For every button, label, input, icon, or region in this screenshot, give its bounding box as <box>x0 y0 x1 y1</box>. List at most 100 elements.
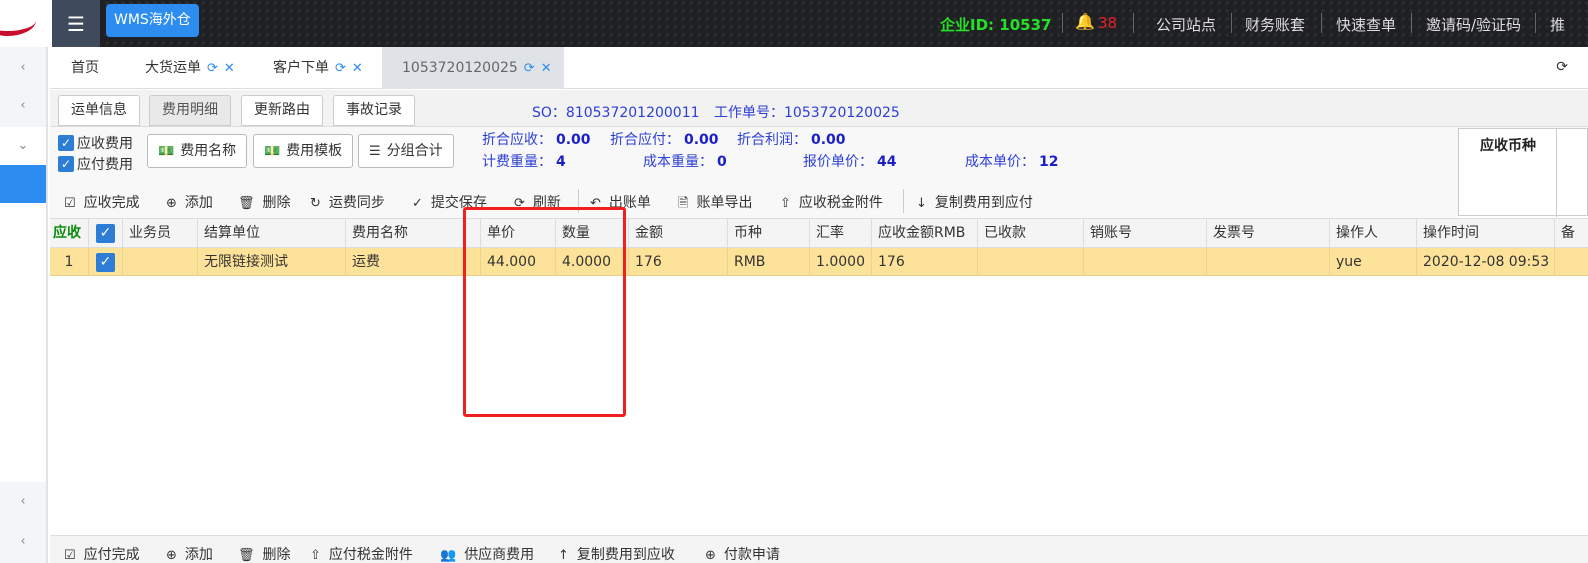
cell-operator[interactable]: yue <box>1330 248 1417 276</box>
refresh-icon[interactable]: ⟳ <box>1556 59 1568 75</box>
subtab-update-route[interactable]: 更新路由 <box>241 95 323 126</box>
chevron-left-icon[interactable]: ‹ <box>0 85 46 125</box>
supplier-fee-button[interactable]: 👥 供应商费用 <box>440 544 534 563</box>
payable-tax-attachment-button[interactable]: ⇧ 应付税金附件 <box>310 544 413 563</box>
column-header[interactable]: 结算单位 <box>198 219 346 249</box>
button-label: 删除 <box>262 547 291 563</box>
chevron-left-icon[interactable]: ‹ <box>0 47 46 87</box>
refresh-icon[interactable]: ⟳ <box>207 61 218 76</box>
cell-receivable-rmb[interactable]: 176 <box>872 248 978 276</box>
bell-icon[interactable]: 🔔 <box>1075 12 1095 31</box>
fee-name-button[interactable]: 💵 费用名称 <box>147 134 248 168</box>
cell-salesperson[interactable] <box>123 248 198 276</box>
button-label: 费用模板 <box>286 143 343 159</box>
payment-request-button[interactable]: ⊕ 付款申请 <box>705 544 780 563</box>
currency-header: 应收币种 <box>1480 138 1536 154</box>
receivable-tax-attachment-button[interactable]: ⇧ 应收税金附件 <box>780 192 883 212</box>
file-icon: 🗎 <box>678 196 689 211</box>
company-id-label: 企业ID: <box>940 16 995 34</box>
tab-strip: 首页 大货运单 ⟳ ✕ 客户下单 ⟳ ✕ 1053720120025 ⟳ ✕ ⟳ <box>50 47 1588 89</box>
value: 0.00 <box>556 132 591 148</box>
cell-amount[interactable]: 176 <box>629 248 728 276</box>
cell-operation-time[interactable]: 2020-12-08 09:53 <box>1417 248 1555 276</box>
work-order-number: 工作单号：1053720120025 <box>714 105 900 121</box>
fee-template-button[interactable]: 💵 费用模板 <box>253 134 354 168</box>
column-header[interactable]: 销账号 <box>1084 219 1207 249</box>
more-link[interactable]: 推 <box>1550 14 1565 35</box>
table-row[interactable]: 1 ✓ 无限链接测试 运费 44.000 4.0000 176 RMB 1.00… <box>50 248 1588 276</box>
receivable-label: 应收费用 <box>77 136 133 152</box>
column-header[interactable]: 费用名称 <box>346 219 481 249</box>
payable-checkbox[interactable]: ✓ 应付费用 <box>58 154 133 174</box>
tab-label: 客户下单 <box>273 60 329 76</box>
wms-app-button[interactable]: WMS海外仓 <box>106 4 199 37</box>
cell-exchange-rate[interactable]: 1.0000 <box>810 248 872 276</box>
so-number: SO：810537201200011 <box>532 105 700 121</box>
column-header[interactable]: 金额 <box>629 219 728 249</box>
column-header[interactable]: 操作时间 <box>1417 219 1555 249</box>
column-header[interactable]: 发票号 <box>1207 219 1330 249</box>
group-total-button[interactable]: ☰ 分组合计 <box>358 134 454 168</box>
refresh-icon[interactable]: ⟳ <box>524 61 535 76</box>
receivable-checkbox[interactable]: ✓ 应收费用 <box>58 133 133 153</box>
label: 报价单价： <box>803 154 873 170</box>
copy-fee-to-receivable-button[interactable]: ↑ 复制费用到应收 <box>558 544 675 563</box>
label: 折合应付： <box>610 132 680 148</box>
subtab-waybill-info[interactable]: 运单信息 <box>58 95 140 126</box>
column-header[interactable]: 应收金额RMB <box>872 219 978 249</box>
receivable-complete-button[interactable]: ☑ 应收完成 <box>64 192 140 212</box>
chevron-left-icon[interactable]: ‹ <box>0 521 46 561</box>
invite-code-link[interactable]: 邀请码/验证码 <box>1426 14 1521 35</box>
grid-header: 应收 ✓ 业务员 结算单位 费用名称 单价 数量 金额 币种 汇率 应收金额RM… <box>50 218 1588 249</box>
payable-complete-button[interactable]: ☑ 应付完成 <box>64 544 140 563</box>
column-header[interactable]: 已收款 <box>978 219 1084 249</box>
sidebar: ‹ ‹ ⌄ ‹ ‹ <box>0 47 48 563</box>
close-icon[interactable]: ✕ <box>541 61 552 76</box>
checkbox-checked-icon: ✓ <box>96 253 115 272</box>
column-header[interactable]: 操作人 <box>1330 219 1417 249</box>
tab-label: 首页 <box>71 60 99 76</box>
chevron-left-icon[interactable]: ‹ <box>0 481 46 521</box>
freight-sync-button[interactable]: ↻ 运费同步 <box>310 192 385 212</box>
cell-received[interactable] <box>978 248 1084 276</box>
cell-writeoff-no[interactable] <box>1084 248 1207 276</box>
tab-waybill-detail[interactable]: 1053720120025 ⟳ ✕ <box>382 47 564 89</box>
menu-toggle-button[interactable]: ☰ <box>52 0 100 47</box>
row-index: 1 <box>50 248 89 276</box>
cost-weight: 成本重量： 0 <box>643 151 727 171</box>
bill-export-button[interactable]: 🗎 账单导出 <box>678 192 752 216</box>
tab-customer-order[interactable]: 客户下单 ⟳ ✕ <box>273 47 363 89</box>
finance-books-link[interactable]: 财务账套 <box>1245 14 1305 35</box>
delete-button[interactable]: 🗑 删除 <box>238 192 291 212</box>
row-checkbox[interactable]: ✓ <box>89 248 123 276</box>
chevron-down-icon[interactable]: ⌄ <box>0 125 46 165</box>
column-header[interactable]: 备 <box>1555 219 1588 249</box>
cell-settlement-unit[interactable]: 无限链接测试 <box>198 248 346 276</box>
close-icon[interactable]: ✕ <box>224 61 235 76</box>
cell-currency[interactable]: RMB <box>728 248 810 276</box>
column-header[interactable]: 币种 <box>728 219 810 249</box>
subtab-fee-detail[interactable]: 费用明细 <box>149 95 231 126</box>
quick-search-link[interactable]: 快速查单 <box>1336 14 1396 35</box>
add-button[interactable]: ⊕ 添加 <box>166 192 213 212</box>
value: 4 <box>556 154 566 170</box>
company-site-link[interactable]: 公司站点 <box>1156 14 1216 35</box>
sidebar-active-item[interactable] <box>0 165 46 203</box>
cell-fee-name[interactable]: 运费 <box>346 248 481 276</box>
column-header[interactable]: 业务员 <box>123 219 198 249</box>
delete-button[interactable]: 🗑 删除 <box>238 544 291 563</box>
tab-home[interactable]: 首页 <box>71 47 99 89</box>
close-icon[interactable]: ✕ <box>352 61 363 76</box>
receivable-toolbar: ☑ 应收完成 ⊕ 添加 🗑 删除 ↻ 运费同步 ✓ 提交保存 ⟳ 刷新 ↶ 出账单 🗎 账单导出… <box>50 183 1458 218</box>
cell-invoice-no[interactable] <box>1207 248 1330 276</box>
cell-remark[interactable] <box>1555 248 1588 276</box>
subtab-incident-record[interactable]: 事故记录 <box>333 95 415 126</box>
column-header[interactable]: 汇率 <box>810 219 872 249</box>
select-all-checkbox[interactable]: ✓ <box>89 219 123 249</box>
refresh-icon[interactable]: ⟳ <box>335 61 346 76</box>
label: 计费重量： <box>482 154 552 170</box>
add-button[interactable]: ⊕ 添加 <box>166 544 213 563</box>
label: 折合利润： <box>737 132 807 148</box>
tab-bulk-waybill[interactable]: 大货运单 ⟳ ✕ <box>145 47 235 89</box>
copy-fee-to-payable-button[interactable]: ↓ 复制费用到应付 <box>916 192 1033 212</box>
